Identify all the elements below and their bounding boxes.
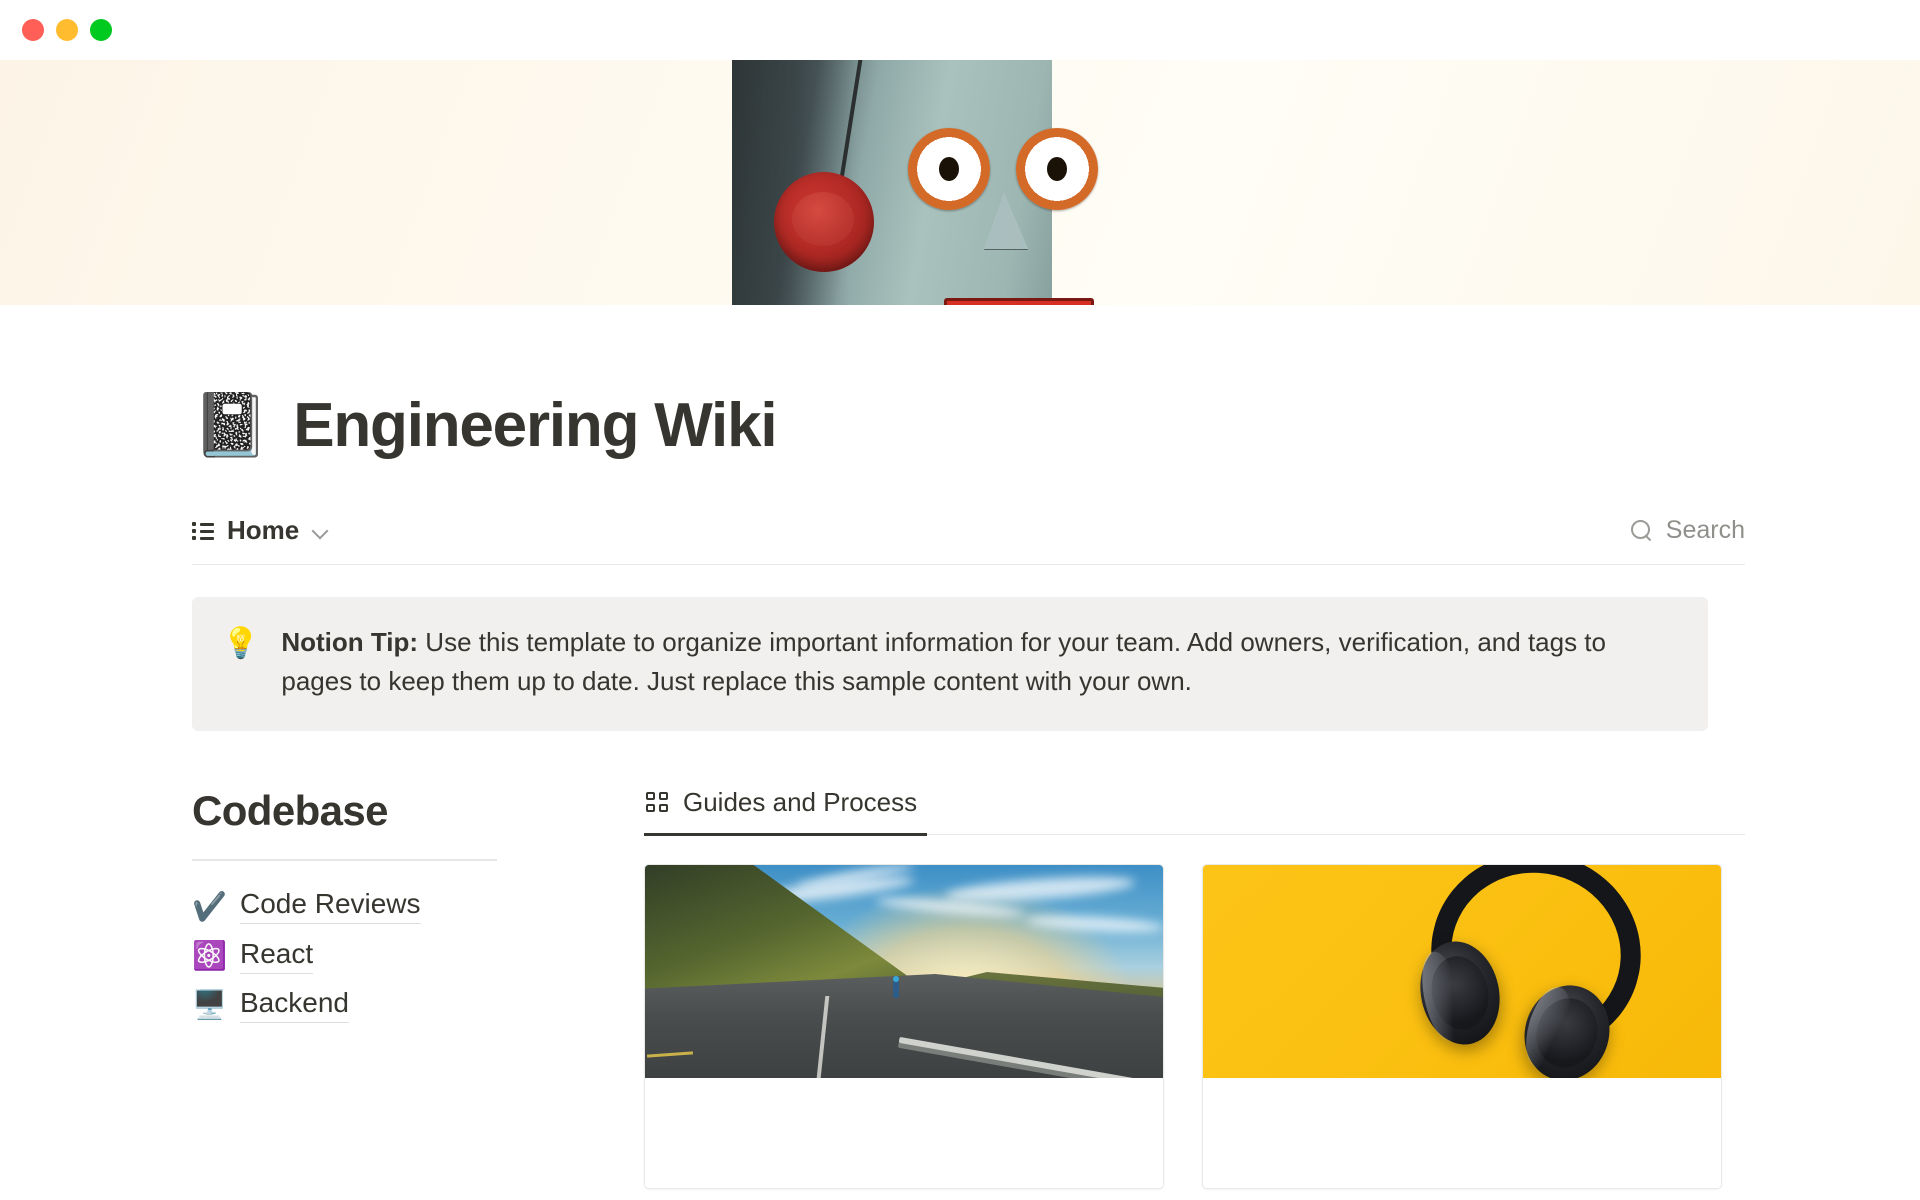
guides-card-gallery (644, 864, 1745, 1189)
gallery-grid-icon (646, 791, 670, 815)
link-react[interactable]: React (240, 938, 314, 974)
card-road-sunset-body (645, 1078, 1163, 1188)
close-window-button[interactable] (22, 19, 44, 41)
page-cover-image[interactable] (0, 60, 1920, 305)
search-button[interactable]: Search (1630, 516, 1745, 545)
link-backend[interactable]: Backend (240, 987, 349, 1023)
desktop-computer-emoji: 🖥️ (192, 989, 227, 1021)
nav-home-group[interactable]: Home (192, 515, 330, 546)
tab-label: Guides and Process (683, 787, 918, 817)
page-nav-row: Home Search (192, 515, 1745, 565)
card-headphones-image (1203, 865, 1721, 1078)
guides-tabs-bar: Guides and Process (644, 787, 1745, 836)
maximize-window-button[interactable] (90, 19, 112, 41)
react-atom-emoji: ⚛️ (192, 939, 227, 971)
window-traffic-lights (22, 19, 112, 41)
codebase-column: Codebase ✔️ Code Reviews ⚛️ React 🖥️ Bac… (192, 787, 572, 1189)
chevron-down-icon[interactable] (312, 522, 330, 540)
page-content: 📓 Engineering Wiki Home Search 💡 Notion … (0, 305, 1920, 1189)
search-icon (1630, 519, 1654, 543)
codebase-divider (192, 859, 497, 861)
page-columns: Codebase ✔️ Code Reviews ⚛️ React 🖥️ Bac… (192, 787, 1745, 1189)
list-view-icon (192, 522, 214, 540)
list-item[interactable]: ⚛️ React (192, 936, 572, 975)
list-item[interactable]: 🖥️ Backend (192, 985, 572, 1024)
guides-column: Guides and Process (572, 787, 1745, 1189)
link-code-reviews[interactable]: Code Reviews (240, 888, 421, 925)
codebase-link-list: ✔️ Code Reviews ⚛️ React 🖥️ Backend (192, 887, 572, 1025)
tab-guides-and-process[interactable]: Guides and Process (644, 787, 928, 836)
card-road-sunset[interactable] (644, 864, 1164, 1189)
notion-tip-callout: 💡 Notion Tip: Use this template to organ… (192, 597, 1708, 731)
notebook-emoji[interactable]: 📓 (192, 394, 269, 457)
callout-text: Notion Tip: Use this template to organiz… (281, 623, 1674, 701)
callout-body-text: Use this template to organize important … (281, 627, 1606, 696)
tin-robot-illustration (732, 60, 1098, 305)
card-headphones[interactable] (1202, 864, 1722, 1189)
codebase-heading: Codebase (192, 787, 389, 834)
callout-bold-prefix: Notion Tip: (281, 627, 419, 657)
card-road-sunset-image (645, 865, 1163, 1078)
window-titlebar (0, 0, 1920, 60)
minimize-window-button[interactable] (56, 19, 78, 41)
lightbulb-emoji: 💡 (222, 627, 260, 660)
card-headphones-body (1203, 1078, 1721, 1188)
nav-home-label[interactable]: Home (227, 515, 299, 546)
page-title[interactable]: Engineering Wiki (293, 390, 777, 461)
search-label: Search (1665, 516, 1745, 544)
page-title-row: 📓 Engineering Wiki (0, 305, 1920, 461)
list-item[interactable]: ✔️ Code Reviews (192, 887, 572, 926)
check-mark-emoji: ✔️ (192, 890, 227, 922)
